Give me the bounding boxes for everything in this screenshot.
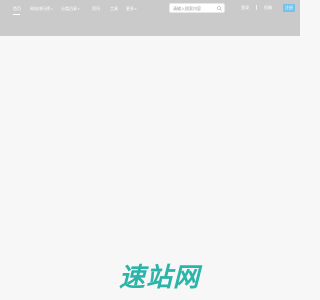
nav-item-label: 工具 <box>110 6 118 11</box>
login-link[interactable]: 登录 <box>241 4 249 12</box>
header-divider <box>256 5 257 10</box>
nav-item-label: 首页 <box>13 6 21 11</box>
search-icon[interactable] <box>217 6 222 11</box>
nav-item-label: 更多 <box>126 6 134 12</box>
nav-item-more[interactable]: 更多▾ <box>126 4 137 14</box>
nav-item-news[interactable]: 资讯 <box>92 4 100 14</box>
nav-item-rankings[interactable]: 网站排行榜▾ <box>30 4 53 14</box>
nav-item-label: 网站排行榜 <box>30 6 50 12</box>
contribute-link[interactable]: 投稿 <box>264 4 272 12</box>
chevron-down-icon: ▾ <box>51 7 53 11</box>
watermark-text: 速站网 <box>119 262 201 292</box>
nav-item-label: 分类目录 <box>61 6 77 12</box>
chevron-down-icon: ▾ <box>78 7 80 11</box>
top-header: 首页 网站排行榜▾ 分类目录▾ 资讯 工具 更多▾ 登录 投稿 注册 <box>0 0 300 36</box>
nav-item-tools[interactable]: 工具 <box>110 4 118 14</box>
register-button[interactable]: 注册 <box>283 4 295 12</box>
chevron-down-icon: ▾ <box>135 7 137 11</box>
nav-item-directory[interactable]: 分类目录▾ <box>61 4 80 14</box>
search-box <box>169 3 225 13</box>
site-watermark-logo: 速站网 <box>119 262 200 292</box>
active-nav-indicator <box>13 14 20 15</box>
nav-item-label: 资讯 <box>92 6 100 11</box>
login-label: 登录 <box>241 5 249 10</box>
contribute-label: 投稿 <box>264 5 272 10</box>
nav-item-home[interactable]: 首页 <box>13 4 21 14</box>
search-input[interactable] <box>173 5 215 12</box>
register-label: 注册 <box>285 5 293 10</box>
